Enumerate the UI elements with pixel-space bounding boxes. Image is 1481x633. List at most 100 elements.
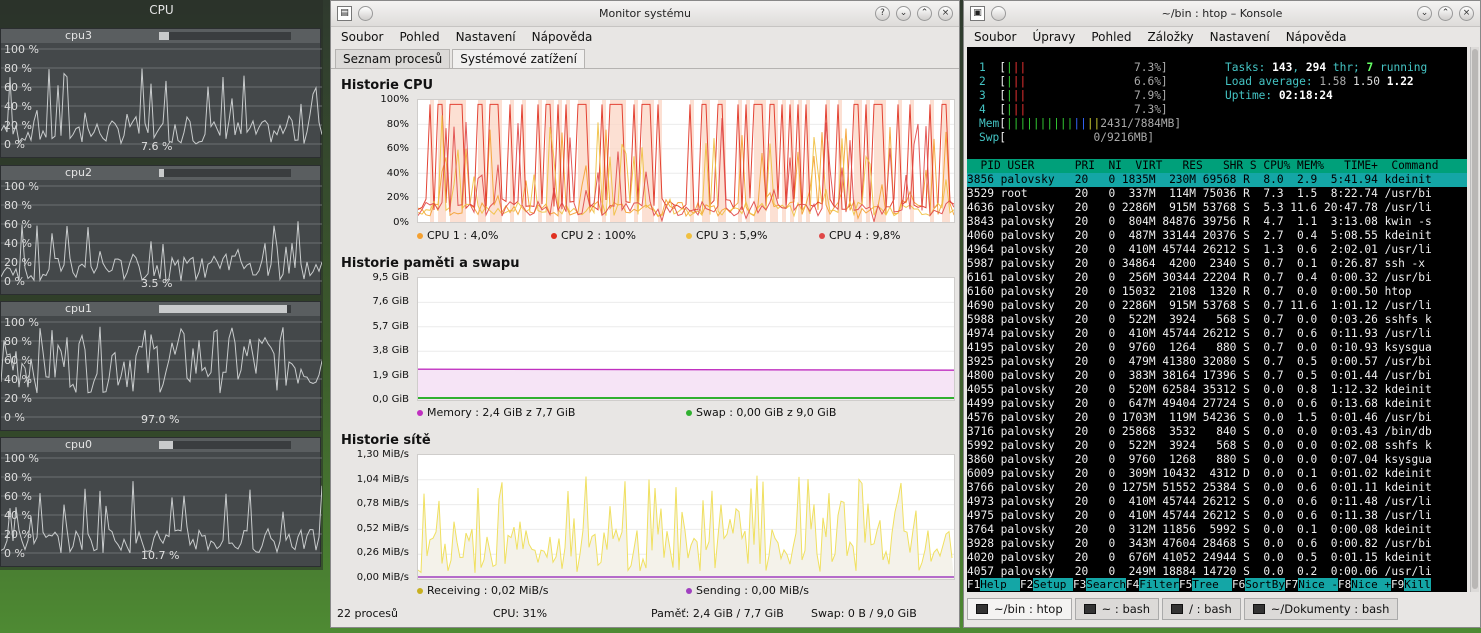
process-row[interactable]: 4057 palovsky 20 0 249M 18884 14720 S 0.… [967, 565, 1467, 579]
process-row[interactable]: 3716 palovsky 20 0 25868 3532 840 S 0.0 … [967, 425, 1467, 439]
cpu-y-tick: 100% [380, 94, 409, 105]
function-key-F1[interactable]: F1Help [967, 578, 1020, 591]
function-key-bar: F1Help F2Setup F3SearchF4FilterF5Tree F6… [967, 578, 1467, 592]
process-row[interactable]: 6160 palovsky 20 0 15032 2108 1320 R 0.7… [967, 285, 1467, 299]
cpu-y-tick: 100 % [4, 316, 39, 329]
cpu-load-bar [159, 441, 291, 449]
cpu-y-tick: 100 % [4, 180, 39, 193]
terminal-icon[interactable]: ▣ [970, 6, 985, 21]
function-key-F6[interactable]: F6SortBy [1232, 578, 1285, 591]
process-row[interactable]: 4690 palovsky 20 0 2286M 915M 53768 S 0.… [967, 299, 1467, 313]
process-row[interactable]: 3860 palovsky 20 0 9760 1268 880 S 0.0 0… [967, 453, 1467, 467]
menu-edit[interactable]: Úpravy [1032, 30, 1075, 44]
chevron-down-icon[interactable]: ⌄ [1417, 6, 1432, 21]
konsole-tab-home[interactable]: ~ : bash [1074, 598, 1160, 620]
process-row[interactable]: 6161 palovsky 20 0 256M 30344 22204 R 0.… [967, 271, 1467, 285]
menu-bookmarks[interactable]: Záložky [1147, 30, 1193, 44]
function-key-F7[interactable]: F7Nice - [1285, 578, 1338, 591]
process-row[interactable]: 3843 palovsky 20 0 804M 84876 39756 R 4.… [967, 215, 1467, 229]
close-icon[interactable]: × [938, 6, 953, 21]
process-row[interactable]: 3928 palovsky 20 0 343M 47604 28468 S 0.… [967, 537, 1467, 551]
cpu-current-value: 7.6 % [141, 140, 173, 153]
process-row[interactable]: 6009 palovsky 20 0 309M 10432 4312 D 0.0… [967, 467, 1467, 481]
cpu-y-tick: 0 % [4, 411, 25, 424]
process-row[interactable]: 4964 palovsky 20 0 410M 45744 26212 S 1.… [967, 243, 1467, 257]
function-key-F3[interactable]: F3Search [1073, 578, 1126, 591]
cpu-y-tick: 100 % [4, 43, 39, 56]
process-row[interactable]: 3529 root 20 0 337M 114M 75036 R 7.3 1.5… [967, 187, 1467, 201]
memory-y-tick: 3,8 GiB [372, 345, 409, 357]
process-row[interactable]: 3856 palovsky 20 0 1835M 230M 69568 R 8.… [967, 173, 1467, 187]
menu-help[interactable]: Nápověda [1286, 30, 1347, 44]
close-icon[interactable]: × [1459, 6, 1474, 21]
process-row[interactable]: 5992 palovsky 20 0 522M 3924 568 S 0.0 0… [967, 439, 1467, 453]
process-row[interactable]: 4974 palovsky 20 0 410M 45744 26212 S 0.… [967, 327, 1467, 341]
process-row[interactable]: 3766 palovsky 20 0 1275M 51552 25384 S 0… [967, 481, 1467, 495]
cpu-y-tick: 40 % [4, 237, 32, 250]
process-row[interactable]: 4800 palovsky 20 0 383M 38164 17396 S 0.… [967, 369, 1467, 383]
konsole-tab-documents[interactable]: ~/Dokumenty : bash [1243, 598, 1399, 620]
process-row[interactable]: 4636 palovsky 20 0 2286M 915M 53768 S 5.… [967, 201, 1467, 215]
help-icon[interactable]: ? [875, 6, 890, 21]
cpu-panel-label: cpu2 [1, 166, 320, 180]
terminal-scrollbar[interactable] [1470, 47, 1479, 592]
cpu-panel-cpu3: cpu3 100 % 80 % 60 % 40 % 20 % 0 % 7.6 % [0, 28, 322, 158]
status-swap: Swap: 0 B / 9,0 GiB [811, 607, 917, 620]
process-row[interactable]: 5987 palovsky 20 0 34864 4200 2340 S 0.7… [967, 257, 1467, 271]
menu-settings[interactable]: Nastavení [456, 30, 516, 44]
process-row[interactable]: 4973 palovsky 20 0 410M 45744 26212 S 0.… [967, 495, 1467, 509]
tab-process-table[interactable]: Seznam procesů [335, 49, 451, 68]
cpu-current-value: 97.0 % [141, 413, 180, 426]
function-key-F5[interactable]: F5Tree [1179, 578, 1232, 591]
network-legend-item: Receiving : 0,02 MiB/s [417, 584, 549, 597]
process-row[interactable]: 4060 palovsky 20 0 487M 33144 20376 S 2.… [967, 229, 1467, 243]
process-row[interactable]: 4195 palovsky 20 0 9760 1264 880 S 0.7 0… [967, 341, 1467, 355]
legend-dot-icon [819, 232, 825, 239]
konsole-tab-htop[interactable]: ~/bin : htop [967, 598, 1072, 620]
cpu-y-tick: 80 % [4, 335, 32, 348]
konsole-title-bar[interactable]: ▣ ~/bin : htop – Konsole ⌄ ⌃ × [964, 1, 1480, 27]
process-row[interactable]: 4020 palovsky 20 0 676M 41052 24944 S 0.… [967, 551, 1467, 565]
pin-icon[interactable] [358, 6, 373, 21]
process-row[interactable]: 4499 palovsky 20 0 647M 49404 27724 S 0.… [967, 397, 1467, 411]
window-title: Monitor systému [598, 7, 692, 20]
konsole-tab-root[interactable]: / : bash [1162, 598, 1241, 620]
process-row[interactable]: 3925 palovsky 20 0 479M 41380 32080 S 0.… [967, 355, 1467, 369]
chevron-up-icon[interactable]: ⌃ [917, 6, 932, 21]
menu-help[interactable]: Nápověda [532, 30, 593, 44]
process-row[interactable]: 3764 palovsky 20 0 312M 11856 5992 S 0.0… [967, 523, 1467, 537]
cpu-widget-title: CPU [149, 3, 174, 17]
network-y-tick: 0,52 MiB/s [356, 522, 409, 534]
cpu-panel-label: cpu3 [1, 29, 320, 43]
cpu-current-value: 3.5 % [141, 277, 173, 290]
chevron-down-icon[interactable]: ⌄ [896, 6, 911, 21]
menu-file[interactable]: Soubor [974, 30, 1016, 44]
chevron-up-icon[interactable]: ⌃ [1438, 6, 1453, 21]
cpu-y-tick: 60 % [4, 81, 32, 94]
function-key-F2[interactable]: F2Setup [1020, 578, 1073, 591]
function-key-F8[interactable]: F8Nice + [1338, 578, 1391, 591]
load-line: Load average: 1.58 1.50 1.22 [1225, 75, 1414, 88]
cpu-panel-cpu2: cpu2 100 % 80 % 60 % 40 % 20 % 0 % 3.5 % [0, 165, 322, 295]
menu-file[interactable]: Soubor [341, 30, 383, 44]
process-row[interactable]: 4576 palovsky 20 0 1703M 119M 54236 S 0.… [967, 411, 1467, 425]
pin-icon[interactable] [991, 6, 1006, 21]
terminal-area[interactable]: 1 [||| 7.3%] 2 [||| 6.6%] 3 [||| 7.9%] 4 [|… [967, 47, 1467, 592]
function-key-F9[interactable]: F9Kill [1391, 578, 1431, 591]
tab-system-load[interactable]: Systémové zatížení [452, 49, 585, 68]
menu-settings[interactable]: Nastavení [1210, 30, 1270, 44]
cpu-y-tick: 20 % [4, 392, 32, 405]
process-table-header[interactable]: PID USER PRI NI VIRT RES SHR S CPU% MEM%… [967, 159, 1467, 173]
process-row[interactable]: 4975 palovsky 20 0 410M 45744 26212 S 0.… [967, 509, 1467, 523]
terminal-icon [976, 604, 988, 614]
title-bar[interactable]: ▤ Monitor systému ? ⌄ ⌃ × [331, 1, 959, 27]
function-key-F4[interactable]: F4Filter [1126, 578, 1179, 591]
process-row[interactable]: 5988 palovsky 20 0 522M 3924 568 S 0.7 0… [967, 313, 1467, 327]
cpu-y-tick: 20% [386, 192, 409, 204]
window-menu-icon[interactable]: ▤ [337, 6, 352, 21]
menu-view[interactable]: Pohled [399, 30, 439, 44]
cpu-current-value: 10.7 % [141, 549, 180, 562]
process-row[interactable]: 4055 palovsky 20 0 520M 62584 35312 S 0.… [967, 383, 1467, 397]
menu-view[interactable]: Pohled [1091, 30, 1131, 44]
status-cpu: CPU: 31% [493, 607, 548, 620]
